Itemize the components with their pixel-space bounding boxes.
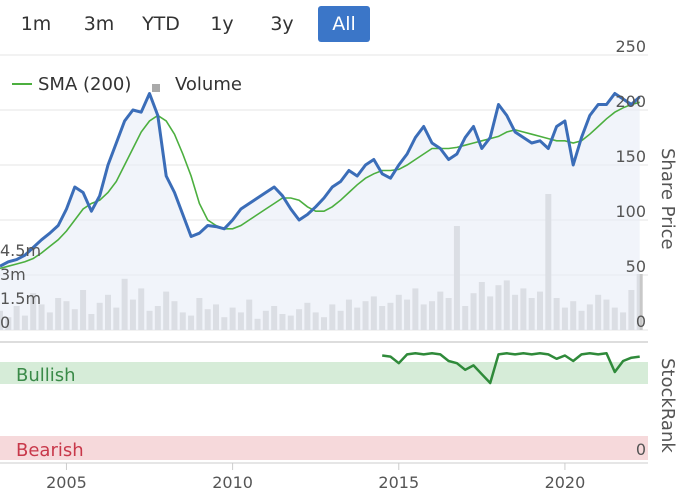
x-tick-label: 2020 bbox=[545, 473, 586, 492]
volume-tick-label: 3m bbox=[0, 265, 26, 284]
x-tick-label: 2010 bbox=[212, 473, 253, 492]
stockrank-zero-tick: 0 bbox=[636, 440, 646, 459]
price-tick-label: 150 bbox=[615, 147, 646, 166]
price-tick-label: 100 bbox=[615, 202, 646, 221]
bullish-band bbox=[0, 362, 648, 384]
stockrank-axis-title: StockRank bbox=[657, 358, 678, 453]
legend: SMA (200) Volume bbox=[12, 74, 242, 95]
price-axis-title: Share Price bbox=[657, 148, 678, 250]
x-axis: 2005 2010 2015 2020 bbox=[46, 463, 585, 492]
volume-tick-label: 4.5m bbox=[0, 241, 41, 260]
price-tick-label: 50 bbox=[626, 257, 646, 276]
volume-tick-label: 0 bbox=[0, 313, 10, 332]
volume-legend-square-icon bbox=[152, 84, 160, 92]
price-tick-label: 0 bbox=[636, 312, 646, 331]
stock-chart: 050100150200250 01.5m3m4.5m Share Price … bbox=[0, 37, 678, 492]
volume-tick-label: 1.5m bbox=[0, 289, 41, 308]
price-tick-label: 200 bbox=[615, 92, 646, 111]
bearish-band bbox=[0, 436, 648, 460]
legend-volume-label: Volume bbox=[175, 74, 242, 95]
x-tick-label: 2015 bbox=[378, 473, 419, 492]
legend-sma-label: SMA (200) bbox=[38, 74, 131, 95]
price-tick-label: 250 bbox=[615, 37, 646, 56]
bullish-label: Bullish bbox=[16, 365, 76, 386]
x-tick-label: 2005 bbox=[46, 473, 87, 492]
bearish-label: Bearish bbox=[16, 440, 84, 461]
